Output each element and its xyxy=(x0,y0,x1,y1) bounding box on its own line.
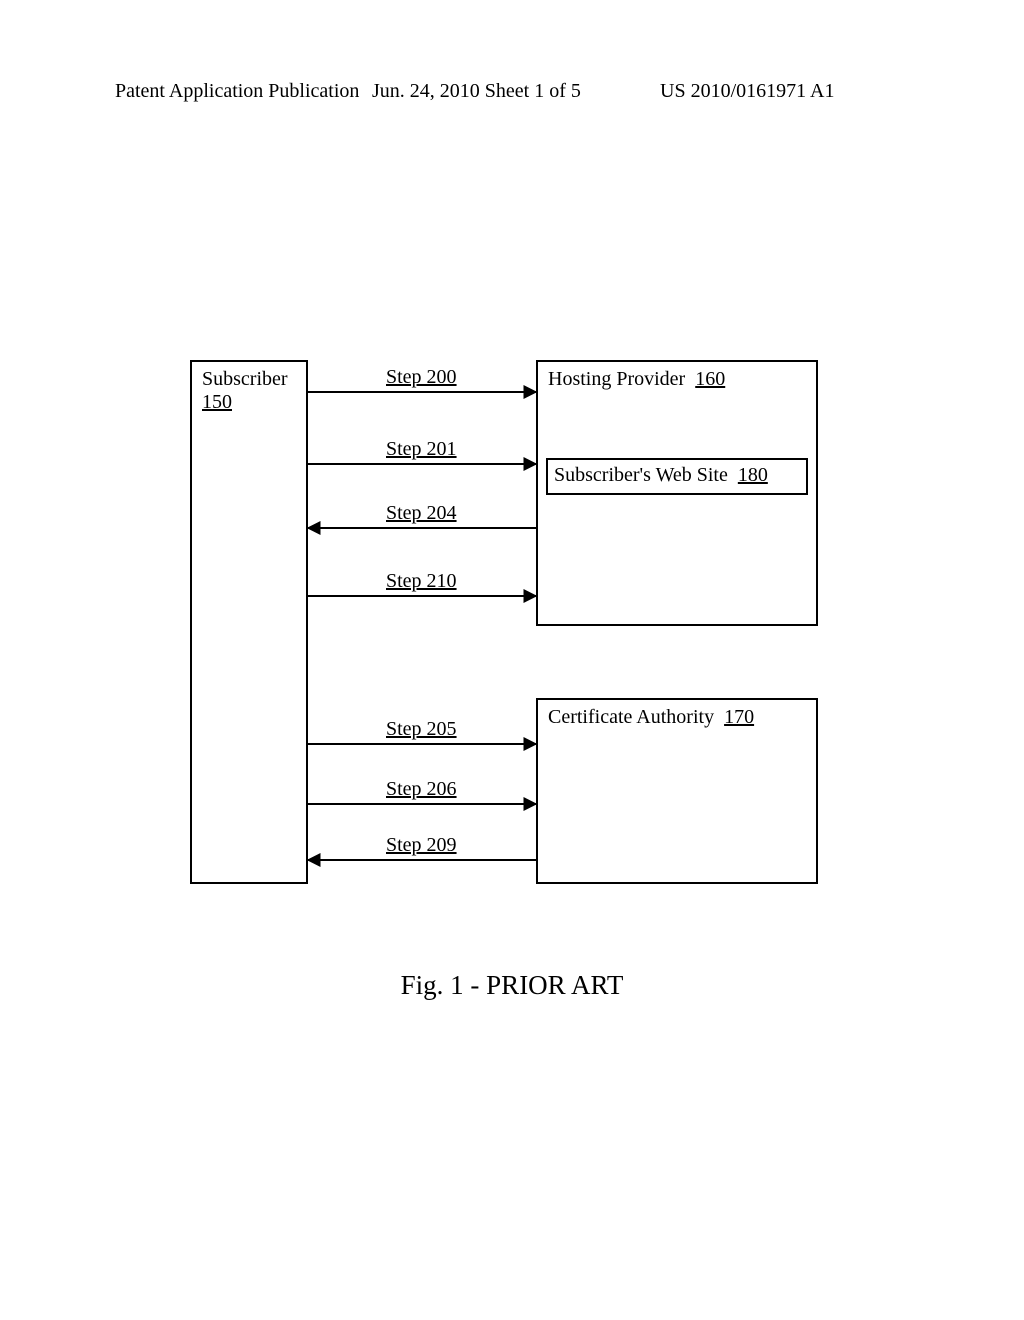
step-206-label: Step 206 xyxy=(386,778,457,801)
header-left: Patent Application Publication xyxy=(115,80,359,103)
step-200-label: Step 200 xyxy=(386,366,457,389)
page: Patent Application Publication Jun. 24, … xyxy=(0,0,1024,1320)
arrows-layer xyxy=(190,360,818,884)
header-right: US 2010/0161971 A1 xyxy=(660,80,834,103)
step-204-label: Step 204 xyxy=(386,502,457,525)
step-205-label: Step 205 xyxy=(386,718,457,741)
figure-caption: Fig. 1 - PRIOR ART xyxy=(0,970,1024,1001)
header-center: Jun. 24, 2010 Sheet 1 of 5 xyxy=(372,80,581,103)
sequence-diagram: Subscriber 150 Hosting Provider 160 Subs… xyxy=(190,360,818,884)
step-210-label: Step 210 xyxy=(386,570,457,593)
step-209-label: Step 209 xyxy=(386,834,457,857)
step-201-label: Step 201 xyxy=(386,438,457,461)
